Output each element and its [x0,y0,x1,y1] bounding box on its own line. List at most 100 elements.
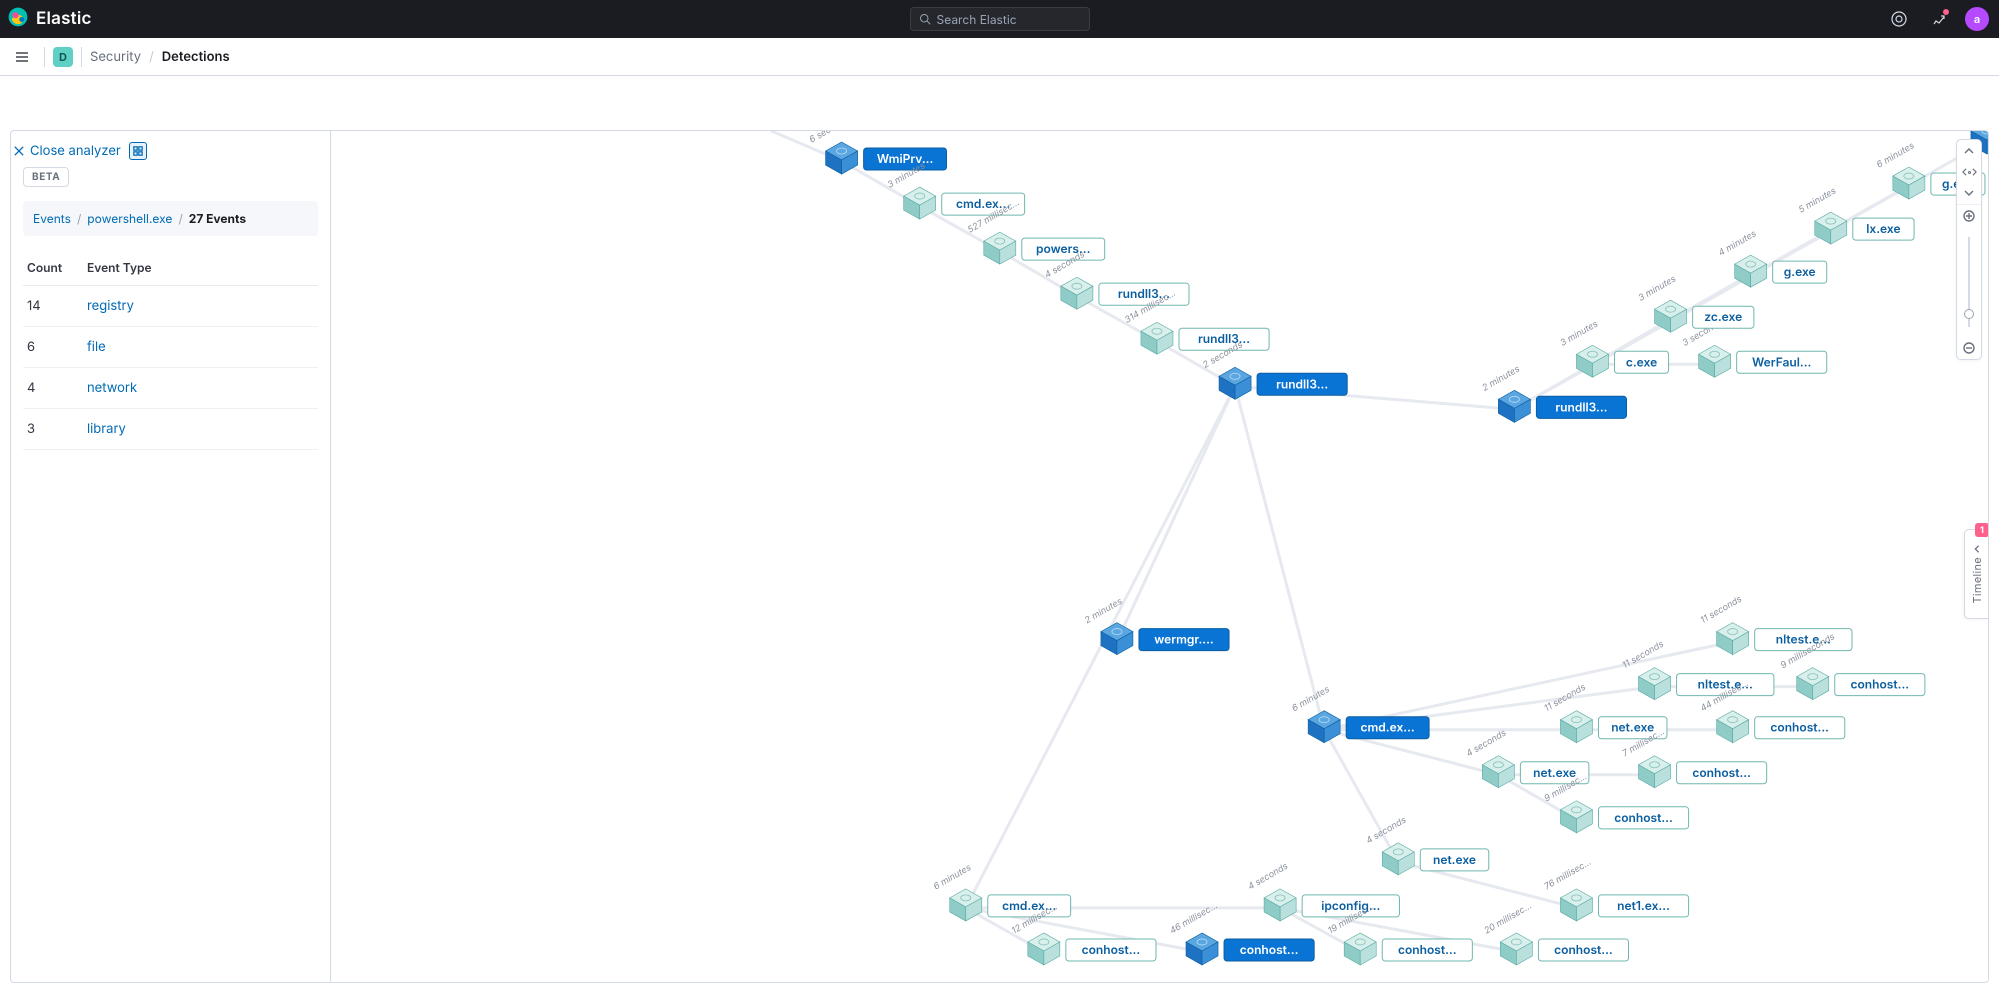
svg-text:4 minutes: 4 minutes [1717,228,1759,259]
cell-count: 14 [23,286,83,327]
svg-text:3 minutes: 3 minutes [1558,318,1600,348]
nav-menu-toggle[interactable] [8,43,36,71]
notification-dot-icon [1943,9,1949,15]
svg-text:cmd.ex...: cmd.ex... [1361,720,1415,735]
timeline-flyout-tab[interactable]: 1 Timeline [1964,529,1988,619]
svg-text:46 millisec...: 46 millisec... [1168,900,1220,936]
crumb-events[interactable]: Events [33,211,71,226]
svg-text:conhost...: conhost... [1082,942,1141,957]
timeline-label: Timeline [1970,557,1984,603]
svg-text:conhost...: conhost... [1554,942,1613,957]
cell-count: 4 [23,368,83,409]
space-selector[interactable]: D [53,47,73,67]
svg-text:6 minutes: 6 minutes [1290,684,1332,714]
process-node[interactable]: rundll3... 2 minutes [1480,363,1626,422]
svg-text:wermgr....: wermgr.... [1154,632,1213,647]
event-type-link[interactable]: registry [87,298,134,314]
brand-name[interactable]: Elastic [36,9,92,29]
breadcrumb-parent[interactable]: Security [90,49,141,65]
cell-type: library [83,409,318,450]
user-avatar[interactable]: a [1965,7,1989,31]
chevron-left-icon [1972,544,1982,554]
event-type-link[interactable]: library [87,421,126,437]
analyzer-panel: BETA Events / powershell.exe / 27 Events… [10,130,1989,983]
search-placeholder: Search Elastic [937,12,1017,27]
process-node[interactable]: net1.ex... 76 millisec... [1542,857,1688,921]
pan-up-button[interactable] [1957,140,1981,162]
close-analyzer-label: Close analyzer [30,143,121,159]
crumb-process[interactable]: powershell.exe [87,211,172,226]
process-node[interactable]: net.exe4 seconds [1364,815,1489,875]
process-node[interactable]: cmd.ex... 6 minutes [1290,684,1429,743]
process-node[interactable]: wermgr....2 minutes [1083,596,1229,655]
sidebar: BETA Events / powershell.exe / 27 Events… [11,131,331,982]
close-icon [14,146,24,156]
timeline-badge: 1 [1975,523,1988,537]
event-type-link[interactable]: network [87,380,137,396]
pan-down-button[interactable] [1957,182,1981,204]
svg-text:76 millisec...: 76 millisec... [1542,857,1593,893]
svg-text:net.exe: net.exe [1433,852,1476,867]
cell-count: 6 [23,327,83,368]
elastic-logo-icon[interactable] [8,7,28,31]
cell-type: file [83,327,318,368]
svg-text:rundll3...: rundll3... [1276,376,1328,391]
svg-text:rundll3...: rundll3... [1198,331,1250,346]
col-type: Event Type [83,254,318,286]
event-type-link[interactable]: file [87,339,106,355]
process-node[interactable]: c.exe3 minutes [1558,318,1668,377]
svg-text:conhost...: conhost... [1692,765,1751,780]
help-icon[interactable] [1885,5,1913,33]
col-count: Count [23,254,83,286]
close-analyzer-button[interactable]: Close analyzer [14,143,121,159]
svg-text:6 seconds: 6 seconds [808,131,852,146]
breadcrumb-sep: / [149,49,154,65]
event-type-table: Count Event Type 14registry6file4network… [23,254,318,450]
svg-text:conhost...: conhost... [1240,942,1299,957]
process-node[interactable]: nltest.e...11 seconds [1699,594,1852,655]
svg-text:2 minutes: 2 minutes [1480,363,1522,393]
svg-text:3 minutes: 3 minutes [1637,273,1679,303]
process-node[interactable]: g.exe 4 minutes [1717,228,1827,287]
svg-text:conhost...: conhost... [1770,720,1829,735]
grid-icon [133,146,143,156]
divider [81,47,82,67]
svg-text:6 minutes: 6 minutes [1875,140,1917,170]
svg-text:conhost...: conhost... [1614,810,1673,825]
zoom-slider[interactable] [1957,227,1981,337]
svg-text:4 seconds: 4 seconds [1246,861,1290,893]
newsfeed-icon[interactable] [1925,5,1953,33]
zoom-out-button[interactable] [1957,337,1981,359]
beta-badge: BETA [23,167,69,187]
sub-header: D Security / Detections [0,38,1999,76]
svg-text:20 millisec...: 20 millisec... [1482,900,1534,936]
avatar-initial: a [1974,12,1980,26]
top-header: Elastic Search Elastic a [0,0,1999,38]
svg-text:conhost...: conhost... [1851,677,1910,692]
process-node[interactable]: ipconfig...4 seconds [1246,861,1399,921]
zoom-in-button[interactable] [1957,205,1981,227]
crumb-count: 27 Events [189,211,246,226]
svg-text:conhost...: conhost... [1398,942,1457,957]
svg-text:WerFaul...: WerFaul... [1752,354,1811,369]
cell-type: registry [83,286,318,327]
graph-canvas[interactable]: WmiPrv...6 secondscmd.ex...3 minutespowe… [331,131,1988,982]
svg-text:WmiPrv...: WmiPrv... [877,151,934,166]
svg-text:4 seconds: 4 seconds [1464,727,1508,759]
zoom-thumb[interactable] [1964,309,1974,319]
table-row: 14registry [23,286,318,327]
global-search-input[interactable]: Search Elastic [910,7,1090,31]
svg-text:11 seconds: 11 seconds [1699,594,1744,627]
svg-text:lx.exe: lx.exe [1866,221,1900,236]
process-node[interactable]: rundll3...2 seconds [1201,339,1347,399]
svg-text:net.exe: net.exe [1611,720,1654,735]
view-mode-toggle[interactable] [129,142,147,160]
svg-text:rundll3...: rundll3... [1555,399,1607,414]
divider [44,47,45,67]
process-breadcrumb: Events / powershell.exe / 27 Events [23,201,318,236]
svg-text:net1.ex...: net1.ex... [1617,898,1670,913]
pan-center-button[interactable] [1957,162,1981,182]
cell-count: 3 [23,409,83,450]
search-icon [919,13,931,25]
svg-text:g.exe: g.exe [1784,264,1816,279]
